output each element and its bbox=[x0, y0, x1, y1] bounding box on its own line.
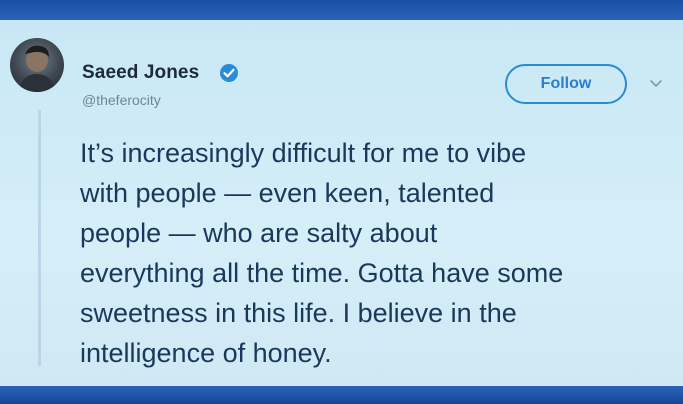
bottom-frame-border bbox=[0, 386, 683, 404]
chevron-down-icon[interactable] bbox=[648, 78, 664, 90]
tweet-text-line: with people — even keen, talented bbox=[80, 178, 495, 208]
verified-badge-icon bbox=[220, 64, 238, 82]
tweet-text-line: intelligence of honey. bbox=[80, 338, 332, 368]
author-display-name[interactable]: Saeed Jones bbox=[82, 62, 199, 84]
top-frame-border bbox=[0, 0, 683, 20]
thread-line bbox=[38, 110, 41, 366]
user-photo-icon bbox=[18, 45, 56, 92]
author-avatar[interactable] bbox=[10, 38, 64, 92]
author-handle[interactable]: @theferocity bbox=[82, 92, 161, 108]
tweet-text-line: It’s increasingly difficult for me to vi… bbox=[80, 138, 527, 168]
tweet-text-line: people — who are salty about bbox=[80, 218, 438, 248]
tweet-text-line: sweetness in this life. I believe in the bbox=[80, 298, 517, 328]
tweet-text-line: everything all the time. Gotta have some bbox=[80, 258, 564, 288]
follow-button[interactable]: Follow bbox=[505, 64, 627, 104]
tweet-text: It’s increasingly difficult for me to vi… bbox=[80, 133, 670, 373]
